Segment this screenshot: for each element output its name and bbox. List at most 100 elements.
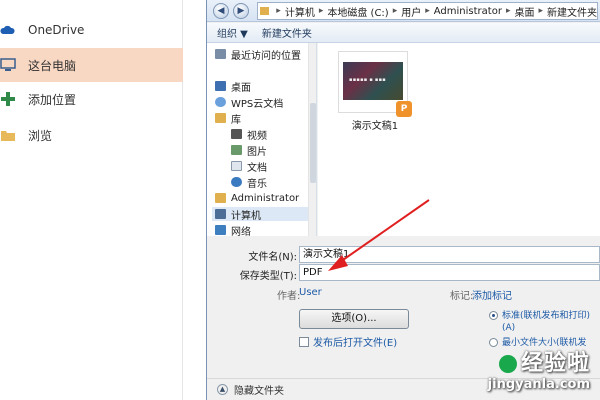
author-label: 作者: — [277, 291, 301, 302]
nav-item-label: 库 — [231, 114, 241, 126]
hide-folders-button[interactable]: 隐藏文件夹 — [234, 382, 284, 397]
address-bar[interactable]: ▸ 计算机 ▸ 本地磁盘 (C:) ▸ 用户 ▸ Administrator ▸… — [257, 2, 598, 20]
nav-item-label: Administrator — [231, 192, 300, 204]
radio-accesskey: (A) — [502, 323, 516, 333]
slide-preview-text: ▪▪▪▪▪ ▪ ▪▪▪ — [349, 77, 386, 83]
nav-item-library[interactable]: 库 — [215, 111, 241, 126]
slide-preview: ▪▪▪▪▪ ▪ ▪▪▪ — [343, 62, 403, 100]
video-icon — [231, 129, 242, 139]
nav-item-label: 最近访问的位置 — [231, 50, 301, 62]
options-button[interactable]: 选项(O)... — [299, 309, 409, 329]
picture-icon — [231, 145, 242, 155]
nav-item-label: 计算机 — [231, 210, 261, 222]
place-browse[interactable]: 浏览 — [0, 118, 183, 152]
chevron-right-icon: ▸ — [392, 6, 398, 16]
tags-value[interactable]: 添加标记 — [472, 287, 512, 302]
watermark-logo-icon — [498, 355, 517, 373]
place-label: 浏览 — [28, 128, 53, 143]
file-name[interactable]: 演示文稿1 — [338, 117, 412, 132]
nav-item-music[interactable]: 音乐 — [231, 175, 267, 190]
chevron-right-icon: ▸ — [505, 6, 511, 16]
nav-item-label: 文档 — [247, 162, 267, 174]
nav-item-desktop[interactable]: 桌面 — [215, 79, 251, 94]
library-icon — [215, 113, 226, 123]
network-icon — [215, 225, 226, 235]
watermark-text: 经验啦 — [520, 351, 590, 376]
watermark-url: jingyanla.com — [487, 377, 590, 392]
checkbox-label: 发布后打开文件(E) — [313, 338, 398, 349]
nav-item-label: 网络 — [231, 226, 251, 238]
author-value[interactable]: User — [299, 287, 322, 298]
radio-button[interactable] — [489, 311, 498, 320]
breadcrumb-item[interactable]: 本地磁盘 (C:) — [327, 4, 388, 19]
recent-icon — [215, 49, 226, 59]
file-list: ▪▪▪▪▪ ▪ ▪▪▪ P 演示文稿1 — [318, 43, 600, 236]
nav-item-administrator[interactable]: Administrator — [215, 191, 299, 205]
breadcrumb-item[interactable]: 用户 — [401, 4, 421, 19]
nav-item-network[interactable]: 网络 — [215, 223, 251, 238]
place-this-pc[interactable]: 这台电脑 — [0, 48, 183, 82]
place-label: 添加位置 — [28, 92, 77, 107]
place-label: OneDrive — [28, 23, 85, 37]
document-icon — [231, 161, 242, 171]
radio-standard[interactable]: 标准(联机发布和打印) (A) — [489, 310, 590, 334]
folder-icon — [1, 131, 15, 141]
nav-item-documents[interactable]: 文档 — [231, 159, 267, 174]
watermark: 经验啦 jingyanla.com — [488, 345, 590, 392]
radio-label: 标准(联机发布和打印) — [502, 311, 591, 321]
place-onedrive[interactable]: OneDrive — [0, 13, 183, 47]
breadcrumb-item[interactable]: 新建文件夹 — [547, 4, 597, 19]
radio-label-wrap: 标准(联机发布和打印) (A) — [502, 310, 590, 334]
organize-button[interactable]: 组织 ▼ — [217, 25, 248, 40]
nav-item-recent[interactable]: 最近访问的位置 — [215, 47, 301, 62]
save-as-dialog: ◀ ▶ ▸ 计算机 ▸ 本地磁盘 (C:) ▸ 用户 ▸ Administrat… — [206, 0, 600, 400]
command-bar: 组织 ▼ 新建文件夹 — [207, 23, 600, 43]
nav-item-wps-cloud[interactable]: WPS云文档 — [215, 95, 284, 110]
nav-item-label: 音乐 — [247, 178, 267, 190]
scrollbar-thumb[interactable] — [310, 103, 316, 183]
back-button[interactable]: ◀ — [213, 3, 229, 19]
address-bar-row: ◀ ▶ ▸ 计算机 ▸ 本地磁盘 (C:) ▸ 用户 ▸ Administrat… — [207, 0, 600, 22]
forward-button[interactable]: ▶ — [233, 3, 249, 19]
nav-item-label: WPS云文档 — [231, 98, 284, 110]
filename-label: 文件名(N): — [248, 252, 297, 263]
cloud-icon — [0, 25, 15, 34]
cloud-doc-icon — [215, 97, 226, 107]
tags-label: 标记: — [450, 291, 474, 302]
save-places-panel: OneDrive 这台电脑 添加位置 浏览 — [0, 0, 183, 400]
computer-icon — [0, 58, 16, 71]
nav-item-videos[interactable]: 视频 — [231, 127, 267, 142]
chevron-up-icon[interactable]: ▲ — [217, 384, 228, 395]
chevron-right-icon: ▸ — [538, 6, 543, 16]
place-add-location[interactable]: 添加位置 — [0, 82, 183, 116]
nav-item-label: 桌面 — [231, 82, 251, 94]
desktop-icon — [215, 81, 226, 91]
user-icon — [215, 193, 226, 203]
chevron-right-icon: ▸ — [276, 6, 281, 16]
filetype-select[interactable]: PDF — [299, 264, 600, 281]
file-thumbnail[interactable]: ▪▪▪▪▪ ▪ ▪▪▪ P — [338, 51, 412, 117]
open-after-publish-checkbox[interactable]: 发布后打开文件(E) — [299, 334, 397, 349]
new-folder-button[interactable]: 新建文件夹 — [262, 25, 312, 40]
filename-field[interactable]: 演示文稿1 — [299, 246, 600, 263]
navigation-pane: 最近访问的位置 桌面 WPS云文档 库 视频 图片 文档 音乐 Administ… — [207, 43, 317, 238]
nav-item-label: 图片 — [247, 146, 267, 158]
watermark-title: 经验啦 — [488, 345, 590, 377]
presentation-icon: P — [396, 101, 412, 117]
breadcrumb-item[interactable]: 计算机 — [285, 4, 315, 19]
filetype-label: 保存类型(T): — [239, 271, 297, 282]
breadcrumb-item[interactable]: 桌面 — [514, 4, 534, 19]
checkbox-box[interactable] — [299, 336, 309, 347]
chevron-right-icon: ▸ — [318, 6, 324, 16]
nav-scrollbar[interactable] — [308, 43, 316, 236]
place-label: 这台电脑 — [28, 58, 77, 73]
plus-icon — [1, 92, 15, 106]
music-icon — [231, 177, 242, 187]
breadcrumb-item[interactable]: Administrator — [434, 6, 502, 17]
chevron-right-icon: ▸ — [425, 6, 430, 16]
nav-item-label: 视频 — [247, 130, 267, 142]
nav-item-computer[interactable]: 计算机 — [212, 207, 308, 222]
nav-item-pictures[interactable]: 图片 — [231, 143, 267, 158]
computer-icon — [215, 209, 226, 219]
folder-icon — [260, 7, 270, 15]
